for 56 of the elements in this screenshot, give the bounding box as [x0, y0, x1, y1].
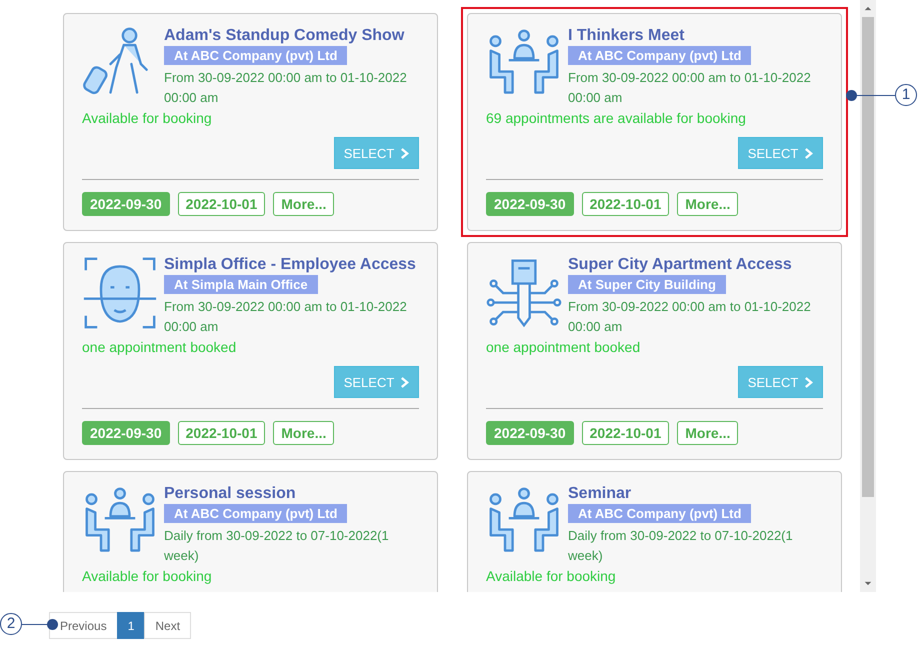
scroll-down-icon[interactable] [864, 581, 872, 586]
schedule-text: Daily from 30-09-2022 to 07-10-2022(1 week) [164, 527, 390, 565]
date-chip[interactable]: More... [677, 421, 738, 445]
schedule-text: From 30-09-2022 00:00 am to 01-10-2022 00:00 am [164, 298, 408, 336]
select-button[interactable]: SELECT [334, 366, 419, 398]
date-chip[interactable]: 2022-09-30 [486, 192, 574, 216]
event-title: Super City Apartment Access [568, 255, 792, 275]
date-chip[interactable]: 2022-10-01 [582, 421, 670, 445]
location-label: At Super City Building [568, 275, 726, 294]
date-chip[interactable]: 2022-10-01 [178, 192, 266, 216]
date-chip[interactable]: More... [677, 192, 738, 216]
chevron-icon [804, 376, 814, 388]
date-chip[interactable]: More... [273, 421, 334, 445]
callout-number: 1 [895, 84, 917, 106]
location-label: At ABC Company (pvt) Ltd [568, 46, 752, 65]
callout-dot [846, 90, 857, 100]
select-button[interactable]: SELECT [738, 137, 823, 169]
schedule-text: Daily from 30-09-2022 to 07-10-2022(1 week) [568, 527, 794, 565]
location-label: At ABC Company (pvt) Ltd [164, 504, 348, 523]
chevron-icon [804, 148, 814, 158]
date-chip[interactable]: 2022-09-30 [82, 421, 170, 445]
schedule-text: From 30-09-2022 00:00 am to 01-10-2022 00:00 am [568, 69, 812, 107]
face-scan-icon [82, 255, 158, 331]
location-label: At ABC Company (pvt) Ltd [568, 504, 752, 523]
availability-text: Available for booking [82, 567, 213, 586]
availability-text: 69 appointments are available for booking [486, 109, 747, 128]
scrollbar-thumb[interactable] [862, 17, 874, 497]
availability-text: Available for booking [82, 109, 213, 128]
scrollbar[interactable] [860, 0, 876, 592]
leader-line [857, 94, 895, 96]
date-chip[interactable]: More... [273, 192, 334, 216]
event-title: Adam's Standup Comedy Show [164, 26, 404, 46]
select-button[interactable]: SELECT [334, 137, 419, 169]
date-chip[interactable]: 2022-10-01 [178, 421, 266, 445]
scroll-up-icon[interactable] [864, 6, 872, 11]
availability-text: Available for booking [486, 567, 617, 586]
date-chip[interactable]: 2022-09-30 [486, 421, 574, 445]
page-button[interactable]: Next [144, 612, 192, 639]
event-title: Seminar [568, 484, 632, 504]
page-button[interactable]: Previous [49, 612, 118, 639]
availability-text: one appointment booked [486, 338, 642, 357]
select-button[interactable]: SELECT [738, 366, 823, 398]
event-title: I Thinkers Meet [568, 26, 684, 46]
event-title: Personal session [164, 484, 296, 504]
schedule-text: From 30-09-2022 00:00 am to 01-10-2022 00:00 am [164, 69, 408, 107]
chevron-icon [400, 376, 410, 388]
page-button[interactable]: 1 [116, 612, 146, 639]
chevron-icon [400, 148, 410, 158]
location-label: At Simpla Main Office [164, 275, 318, 294]
availability-text: one appointment booked [82, 338, 238, 357]
callout-number: 2 [0, 613, 22, 635]
date-chip[interactable]: 2022-09-30 [82, 192, 170, 216]
schedule-text: From 30-09-2022 00:00 am to 01-10-2022 00:00 am [568, 298, 812, 336]
location-label: At ABC Company (pvt) Ltd [164, 46, 348, 65]
event-title: Simpla Office - Employee Access [164, 255, 416, 275]
date-chip[interactable]: 2022-10-01 [582, 192, 670, 216]
